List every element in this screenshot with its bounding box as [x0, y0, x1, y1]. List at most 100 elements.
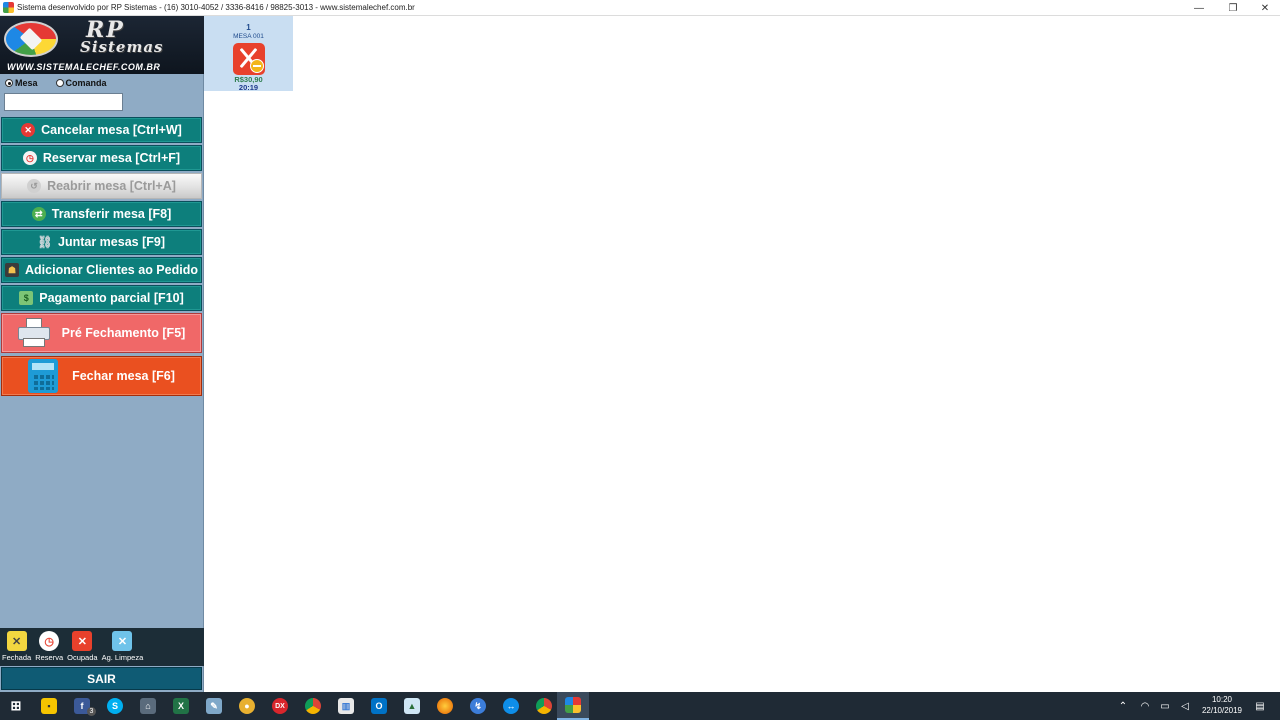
teamviewer-icon: ↔ — [503, 698, 519, 714]
cancel-table-label: Cancelar mesa [Ctrl+W] — [41, 123, 182, 137]
reservation-icon: ◷ — [39, 631, 60, 651]
notifications-icon[interactable]: ▤ — [1250, 692, 1270, 720]
sidebar: RP Sistemas WWW.SISTEMALECHEF.COM.BR Mes… — [0, 16, 204, 692]
network-icon: ⌂ — [140, 698, 156, 714]
restore-button[interactable]: ❐ — [1216, 0, 1250, 16]
taskbar-skype[interactable]: S — [99, 692, 131, 720]
facebook-badge: 3 — [87, 707, 96, 716]
legend-item-fechada: ✕ Fechada — [2, 628, 31, 666]
taskbar-firefox[interactable] — [429, 692, 461, 720]
app-icon — [3, 2, 14, 13]
transfer-table-button[interactable]: ⇄ Transferir mesa [F8] — [1, 201, 202, 227]
customers-icon: ☗ — [5, 263, 20, 277]
reserve-icon: ◷ — [22, 151, 37, 165]
clock-date: 22/10/2019 — [1201, 706, 1243, 715]
table-tile[interactable]: 1 MESA 001 R$30,90 20:19 — [204, 16, 293, 92]
printer-icon — [17, 318, 50, 348]
logo: RP Sistemas WWW.SISTEMALECHEF.COM.BR — [0, 16, 204, 74]
occupied-icon: ✕ — [72, 631, 93, 651]
taskbar-chrome[interactable] — [297, 692, 329, 720]
calculator-icon — [28, 359, 59, 393]
pre-closing-button[interactable]: Pré Fechamento [F5] — [1, 313, 202, 353]
reserve-table-button[interactable]: ◷ Reservar mesa [Ctrl+F] — [1, 145, 202, 171]
taskbar-app[interactable]: ● — [231, 692, 263, 720]
title-bar: Sistema desenvolvido por RP Sistemas - (… — [0, 0, 1280, 16]
firefox-icon — [437, 698, 453, 714]
taskbar-chrome-2[interactable] — [528, 692, 560, 720]
window-title: Sistema desenvolvido por RP Sistemas - (… — [17, 3, 415, 12]
join-tables-button[interactable]: ⛓ Juntar mesas [F9] — [1, 229, 202, 255]
mode-radio-mesa[interactable]: Mesa — [5, 78, 38, 88]
taskbar-clock[interactable]: 10:20 22/10/2019 — [1193, 694, 1251, 716]
tray-overflow-icon[interactable]: ⌃ — [1113, 692, 1133, 720]
restaurant-app-icon — [565, 697, 581, 713]
mode-label-mesa: Mesa — [15, 78, 38, 88]
legend-label-reserva: Reserva — [35, 653, 64, 662]
taskbar-facebook[interactable]: f 3 — [66, 692, 98, 720]
chart-icon: ▥ — [338, 698, 354, 714]
taskbar-photos[interactable]: ▲ — [396, 692, 428, 720]
legend-item-limpeza: ✕ Ag. Limpeza — [102, 628, 143, 666]
start-button[interactable]: ⊞ — [0, 692, 32, 720]
reserve-table-label: Reservar mesa [Ctrl+F] — [42, 151, 181, 165]
skype-icon: S — [107, 698, 123, 714]
outlook-icon: O — [371, 698, 387, 714]
taskbar-notes[interactable]: ✎ — [198, 692, 230, 720]
logo-website: WWW.SISTEMALECHEF.COM.BR — [7, 62, 161, 72]
table-name: MESA 001 — [233, 33, 264, 40]
legend-label-ocupada: Ocupada — [67, 653, 98, 662]
taskbar-remote[interactable]: ↯ — [462, 692, 494, 720]
taskbar-teamviewer[interactable]: ↔ — [495, 692, 527, 720]
table-number-input[interactable] — [4, 93, 123, 111]
sticky-notes-icon: ▪ — [41, 698, 57, 714]
taskbar-sticky-notes[interactable]: ▪ — [33, 692, 65, 720]
add-customers-button[interactable]: ☗ Adicionar Clientes ao Pedido — [1, 257, 202, 283]
legend-item-reserva: ◷ Reserva — [35, 628, 63, 666]
reopen-icon: ↺ — [27, 179, 42, 193]
pre-closing-label: Pré Fechamento [F5] — [61, 326, 186, 340]
chrome-icon-2 — [536, 698, 552, 714]
occupied-table-icon — [233, 43, 265, 75]
logo-text-sistemas: Sistemas — [80, 38, 164, 56]
dx-icon: DX — [272, 698, 288, 714]
app-icon-taskbar: ● — [239, 698, 255, 714]
start-icon: ⊞ — [10, 698, 22, 713]
cleaning-icon: ✕ — [112, 631, 133, 651]
excel-icon: X — [173, 698, 189, 714]
taskbar: ⊞ ▪ f 3 S ⌂ X ✎ ● DX ▥ O ▲ ↯ ↔ ⌃ ◠ ▭ ◁ ▤ — [0, 692, 1280, 720]
close-table-button[interactable]: Fechar mesa [F6] — [1, 356, 202, 396]
exit-button[interactable]: SAIR — [1, 667, 202, 690]
link-icon: ⛓ — [37, 235, 53, 249]
table-time: 20:19 — [238, 83, 259, 92]
notes-icon: ✎ — [206, 698, 222, 714]
volume-icon[interactable]: ◁ — [1175, 692, 1195, 720]
mode-label-comanda: Comanda — [65, 78, 107, 88]
money-icon: $ — [19, 291, 34, 305]
taskbar-chart[interactable]: ▥ — [330, 692, 362, 720]
chrome-icon — [305, 698, 321, 714]
clock-time: 10:20 — [1211, 695, 1233, 704]
mode-radio-comanda[interactable]: Comanda — [55, 78, 107, 88]
taskbar-restaurant-app[interactable] — [557, 692, 589, 720]
wifi-icon[interactable]: ◠ — [1135, 692, 1155, 720]
partial-payment-button[interactable]: $ Pagamento parcial [F10] — [1, 285, 202, 311]
taskbar-excel[interactable]: X — [165, 692, 197, 720]
minimize-button[interactable]: — — [1182, 0, 1216, 16]
close-button[interactable]: ✕ — [1248, 0, 1280, 16]
legend-item-ocupada: ✕ Ocupada — [67, 628, 98, 666]
taskbar-outlook[interactable]: O — [363, 692, 395, 720]
transfer-table-label: Transferir mesa [F8] — [51, 207, 172, 221]
taskbar-dx[interactable]: DX — [264, 692, 296, 720]
reopen-table-label: Reabrir mesa [Ctrl+A] — [47, 179, 176, 193]
cancel-icon: ✕ — [21, 123, 36, 137]
taskbar-network[interactable]: ⌂ — [132, 692, 164, 720]
status-legend: ✕ Fechada ◷ Reserva ✕ Ocupada ✕ Ag. Limp… — [0, 628, 204, 666]
battery-icon[interactable]: ▭ — [1155, 692, 1175, 720]
radio-unselected-icon — [55, 79, 64, 87]
photos-icon: ▲ — [404, 698, 420, 714]
cancel-table-button[interactable]: ✕ Cancelar mesa [Ctrl+W] — [1, 117, 202, 143]
join-tables-label: Juntar mesas [F9] — [58, 235, 165, 249]
reopen-table-button[interactable]: ↺ Reabrir mesa [Ctrl+A] — [1, 173, 202, 199]
logo-emblem-icon — [4, 21, 58, 57]
add-customers-label: Adicionar Clientes ao Pedido — [25, 263, 198, 277]
